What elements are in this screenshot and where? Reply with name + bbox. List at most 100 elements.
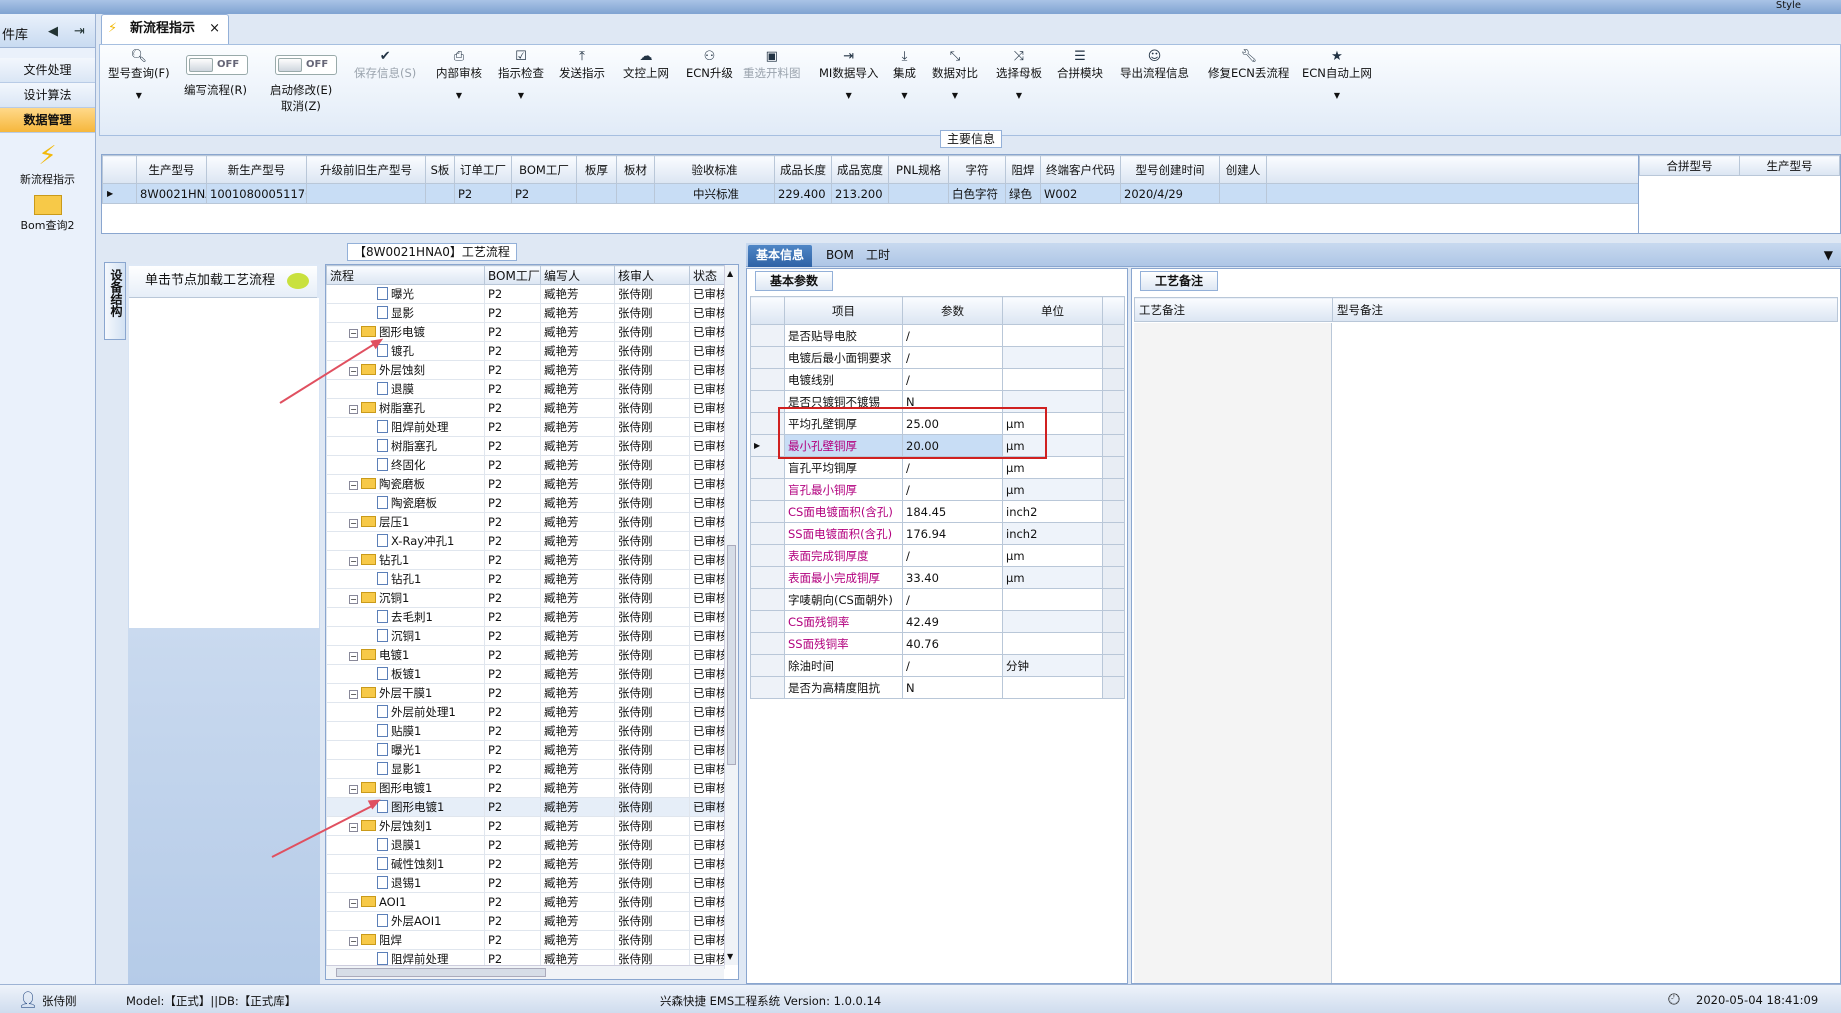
select-mother-board-button[interactable]: ⤨ 选择母板 ▼ — [996, 49, 1042, 100]
nav-login-icon[interactable]: ⇥ — [74, 24, 85, 39]
instruction-check-button[interactable]: ☑ 指示检查 ▼ — [498, 49, 544, 100]
param-row[interactable]: 表面完成铜厚度 / μm — [750, 544, 1125, 567]
tree-group-row[interactable]: − 钻孔1 P2 臧艳芳 张侍刚 已审核 — [326, 550, 725, 570]
tree-group-row[interactable]: − 层压1 P2 臧艳芳 张侍刚 已审核 — [326, 512, 725, 532]
collapse-icon[interactable]: − — [349, 557, 358, 566]
param-row[interactable]: CS面电镀面积(含孔) 184.45 inch2 — [750, 500, 1125, 523]
merge-module-button[interactable]: ☰ 合拼模块 — [1057, 49, 1103, 81]
nav-item-file[interactable]: 文件处理 — [0, 58, 95, 83]
param-value[interactable]: 33.40 — [902, 566, 1003, 589]
param-value[interactable]: / — [902, 346, 1003, 369]
tree-hscroll-thumb[interactable] — [336, 968, 546, 977]
param-row[interactable]: CS面残铜率 42.49 — [750, 610, 1125, 633]
model-query-button[interactable]: 🔍︎ 型号查询(F) ▼ — [108, 49, 170, 100]
merge-production-col[interactable]: 生产型号 — [1739, 155, 1840, 176]
param-value[interactable]: / — [902, 456, 1003, 479]
tree-scroll-thumb[interactable] — [727, 545, 736, 765]
tree-step-row[interactable]: 碱性蚀刻1 P2 臧艳芳 张侍刚 已审核 — [326, 854, 725, 874]
merge-model-col[interactable]: 合拼型号 — [1639, 155, 1740, 176]
param-value[interactable]: N — [902, 676, 1003, 699]
tree-group-row[interactable]: − 电镀1 P2 臧艳芳 张侍刚 已审核 — [326, 645, 725, 665]
col-unit[interactable]: 单位 — [1002, 296, 1103, 325]
param-value[interactable]: / — [902, 544, 1003, 567]
tree-step-row[interactable]: 沉铜1 P2 臧艳芳 张侍刚 已审核 — [326, 626, 725, 646]
integrate-button[interactable]: ⤓ 集成 ▼ — [893, 49, 916, 100]
collapse-icon[interactable]: − — [349, 519, 358, 528]
main-col-6[interactable]: 板厚 — [576, 155, 617, 184]
main-col-15[interactable]: 型号创建时间 — [1120, 155, 1220, 184]
tree-group-row[interactable]: − 沉铜1 P2 臧艳芳 张侍刚 已审核 — [326, 588, 725, 608]
param-row[interactable]: 字唛朝向(CS面朝外) / — [750, 588, 1125, 611]
tree-group-row[interactable]: − 图形电镀1 P2 臧艳芳 张侍刚 已审核 — [326, 778, 725, 798]
main-col-4[interactable]: 订单工厂 — [454, 155, 512, 184]
cancel-label[interactable]: 取消(Z) — [281, 98, 321, 114]
collapse-icon[interactable]: − — [349, 367, 358, 376]
ecn-upgrade-button[interactable]: ⚇ ECN升级 — [686, 49, 733, 81]
tree-group-row[interactable]: − 陶瓷磨板 P2 臧艳芳 张侍刚 已审核 — [326, 474, 725, 494]
nav-item-design[interactable]: 设计算法 — [0, 83, 95, 108]
tool-new-process[interactable]: ⚡ 新流程指示 — [0, 141, 95, 187]
tree-step-row[interactable]: 树脂塞孔 P2 臧艳芳 张侍刚 已审核 — [326, 436, 725, 456]
tree-horizontal-scrollbar[interactable] — [326, 965, 724, 979]
tree-step-row[interactable]: 终固化 P2 臧艳芳 张侍刚 已审核 — [326, 455, 725, 475]
main-col-16[interactable]: 创建人 — [1219, 155, 1267, 184]
tree-step-row[interactable]: 贴膜1 P2 臧艳芳 张侍刚 已审核 — [326, 721, 725, 741]
param-row[interactable]: 是否为高精度阻抗 N — [750, 676, 1125, 699]
tabs-menu-icon[interactable]: ▼ — [1816, 245, 1841, 267]
main-col-1[interactable]: 新生产型号 — [206, 155, 307, 184]
tree-step-row[interactable]: 退膜 P2 臧艳芳 张侍刚 已审核 — [326, 379, 725, 399]
collapse-icon[interactable]: − — [349, 785, 358, 794]
col-status[interactable]: 状态 — [689, 265, 725, 285]
param-row[interactable]: 电镀后最小面铜要求 / — [750, 346, 1125, 369]
tree-group-row[interactable]: − 树脂塞孔 P2 臧艳芳 张侍刚 已审核 — [326, 398, 725, 418]
tree-step-row[interactable]: 曝光1 P2 臧艳芳 张侍刚 已审核 — [326, 740, 725, 760]
tool-bom-query[interactable]: Bom查询2 — [0, 195, 95, 233]
collapse-icon[interactable]: − — [349, 652, 358, 661]
fix-ecn-button[interactable]: 🔧︎ 修复ECN丢流程 — [1208, 49, 1289, 81]
param-value[interactable]: 40.76 — [902, 632, 1003, 655]
tree-step-row[interactable]: 显影 P2 臧艳芳 张侍刚 已审核 — [326, 303, 725, 323]
main-col-13[interactable]: 阻焊 — [1005, 155, 1041, 184]
tree-step-row[interactable]: 钻孔1 P2 臧艳芳 张侍刚 已审核 — [326, 569, 725, 589]
process-note-cell[interactable] — [1134, 323, 1332, 983]
param-value[interactable]: 42.49 — [902, 610, 1003, 633]
close-icon[interactable]: × — [209, 15, 220, 43]
col-process-note[interactable]: 工艺备注 — [1134, 297, 1333, 322]
param-row[interactable]: 表面最小完成铜厚 33.40 μm — [750, 566, 1125, 589]
doc-tab-new-process[interactable]: ⚡ 新流程指示 × — [101, 14, 229, 44]
reselect-cutting-button[interactable]: ▣ 重选开料图 — [743, 49, 801, 81]
param-value[interactable]: / — [902, 588, 1003, 611]
send-instruction-button[interactable]: ⤒ 发送指示 — [559, 49, 605, 81]
device-structure-tab[interactable]: 设备结构 — [104, 262, 126, 340]
collapse-icon[interactable]: − — [349, 823, 358, 832]
write-flow-toggle[interactable]: OFF — [186, 55, 248, 75]
tree-step-row[interactable]: 阻焊前处理 P2 臧艳芳 张侍刚 已审核 — [326, 417, 725, 437]
main-col-8[interactable]: 验收标准 — [654, 155, 775, 184]
tree-step-row[interactable]: 外层AOI1 P2 臧艳芳 张侍刚 已审核 — [326, 911, 725, 931]
tree-group-row[interactable]: − 外层蚀刻1 P2 臧艳芳 张侍刚 已审核 — [326, 816, 725, 836]
col-item[interactable]: 项目 — [784, 296, 903, 325]
mi-import-button[interactable]: ⇥ MI数据导入 ▼ — [819, 49, 878, 100]
tree-step-row[interactable]: 退锡1 P2 臧艳芳 张侍刚 已审核 — [326, 873, 725, 893]
main-col-9[interactable]: 成品长度 — [774, 155, 832, 184]
tree-group-row[interactable]: − 阻焊 P2 臧艳芳 张侍刚 已审核 — [326, 930, 725, 950]
param-value[interactable]: / — [902, 654, 1003, 677]
param-value[interactable]: / — [902, 324, 1003, 347]
doc-upload-button[interactable]: ☁ 文控上网 — [623, 49, 669, 81]
col-value[interactable]: 参数 — [902, 296, 1003, 325]
tree-group-row[interactable]: − AOI1 P2 臧艳芳 张侍刚 已审核 — [326, 892, 725, 912]
param-value[interactable]: 184.45 — [902, 500, 1003, 523]
tree-step-row[interactable]: 图形电镀1 P2 臧艳芳 张侍刚 已审核 — [326, 797, 725, 817]
col-reviewer[interactable]: 核审人 — [614, 265, 690, 285]
tree-step-row[interactable]: 外层前处理1 P2 臧艳芳 张侍刚 已审核 — [326, 702, 725, 722]
col-bom-factory[interactable]: BOM工厂 — [484, 265, 541, 285]
tree-group-row[interactable]: − 图形电镀 P2 臧艳芳 张侍刚 已审核 — [326, 322, 725, 342]
tree-step-row[interactable]: 去毛刺1 P2 臧艳芳 张侍刚 已审核 — [326, 607, 725, 627]
tab-basic-info[interactable]: 基本信息 — [748, 245, 813, 267]
main-col-3[interactable]: S板 — [425, 155, 455, 184]
main-col-2[interactable]: 升级前旧生产型号 — [306, 155, 426, 184]
collapse-icon[interactable]: − — [349, 937, 358, 946]
main-col-11[interactable]: PNL规格 — [888, 155, 949, 184]
scroll-up-icon[interactable]: ▲ — [727, 269, 733, 278]
main-col-12[interactable]: 字符 — [948, 155, 1006, 184]
